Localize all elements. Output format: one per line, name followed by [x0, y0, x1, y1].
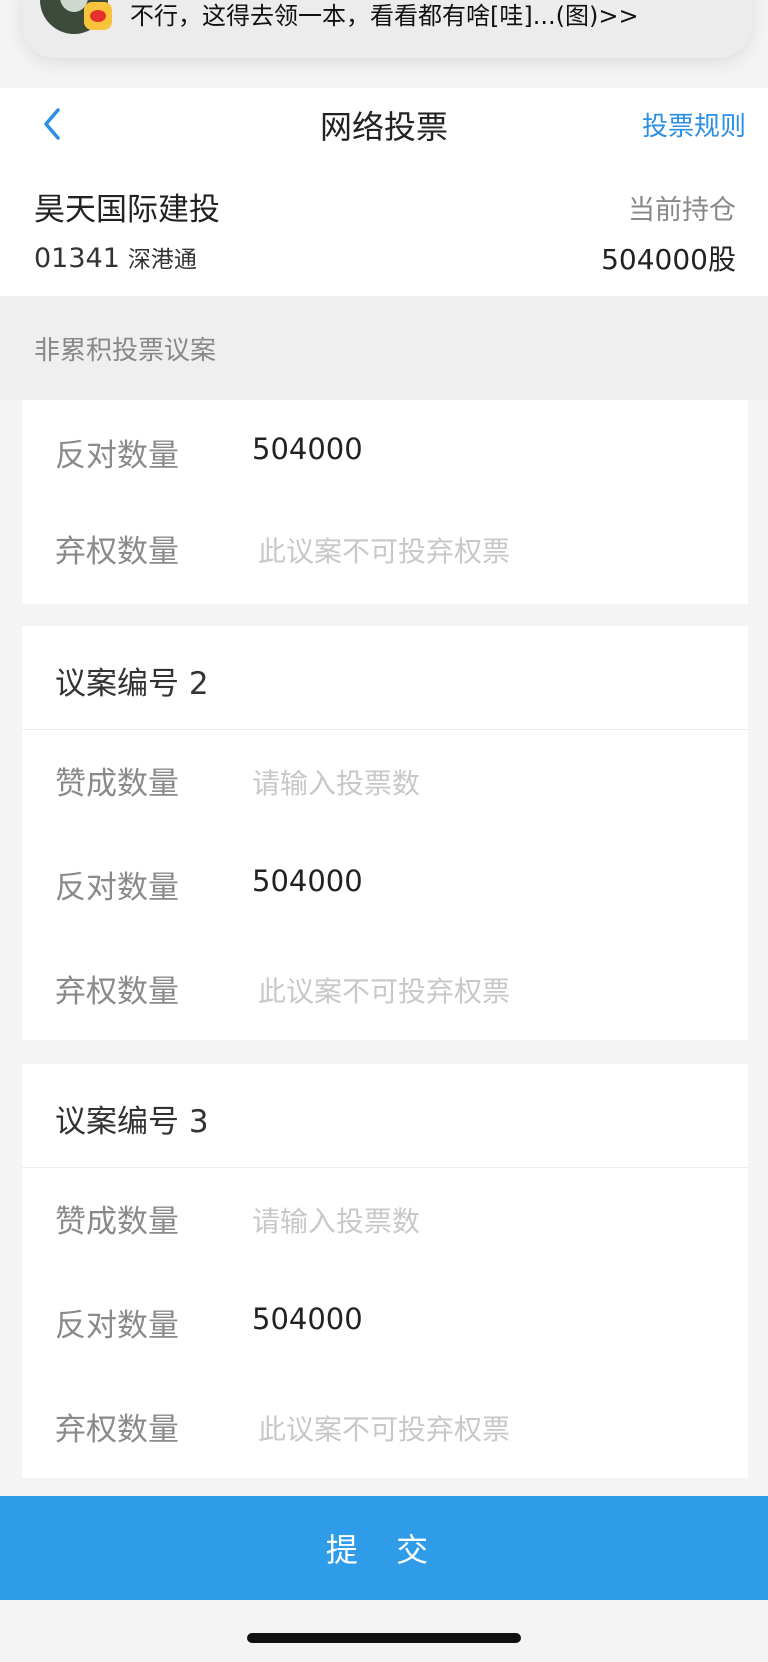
proposal-title: 议案编号 3: [22, 1064, 748, 1168]
holding-label: 当前持仓: [628, 195, 736, 226]
against-label: 反对数量: [55, 438, 179, 474]
home-indicator[interactable]: [247, 1633, 521, 1643]
stock-code-line: 01341 深港通: [34, 240, 197, 274]
holding-value: 504000股: [601, 243, 736, 276]
approve-input[interactable]: 请输入投票数: [252, 762, 420, 802]
abstain-disabled-note: 此议案不可投弃权票: [258, 535, 511, 568]
voting-rules-link[interactable]: 投票规则: [642, 106, 746, 143]
proposal-card-1: 反对数量 504000 弃权数量 此议案不可投弃权票: [22, 400, 748, 604]
stock-code: 01341: [34, 243, 120, 274]
approve-input[interactable]: 请输入投票数: [252, 1200, 420, 1240]
abstain-label: 弃权数量: [55, 534, 179, 570]
abstain-label: 弃权数量: [55, 974, 179, 1010]
nav-header: 网络投票 投票规则: [0, 88, 768, 160]
against-label: 反对数量: [55, 1308, 179, 1344]
approve-row[interactable]: 赞成数量 请输入投票数: [22, 1168, 748, 1272]
against-row: 反对数量 504000: [22, 1272, 748, 1376]
abstain-disabled-note: 此议案不可投弃权票: [258, 1413, 511, 1446]
section-label: 非累积投票议案: [0, 296, 768, 400]
approve-label: 赞成数量: [55, 766, 179, 802]
against-label: 反对数量: [55, 870, 179, 906]
notification-banner[interactable]: 不行，这得去领一本，看看都有啥[哇]...(图)>>: [22, 0, 752, 58]
submit-button[interactable]: 提 交: [0, 1496, 768, 1600]
stock-name: 昊天国际建投: [34, 192, 220, 228]
abstain-disabled-note: 此议案不可投弃权票: [258, 975, 511, 1008]
proposal-title: 议案编号 2: [22, 626, 748, 730]
stock-info: 昊天国际建投 01341 深港通 当前持仓 504000股: [0, 160, 768, 296]
stock-market: 深港通: [127, 247, 197, 273]
notification-text: 不行，这得去领一本，看看都有啥[哇]...(图)>>: [130, 2, 639, 30]
against-row: 反对数量 504000: [22, 400, 748, 498]
approve-label: 赞成数量: [55, 1204, 179, 1240]
proposal-card-3: 议案编号 3 赞成数量 请输入投票数 反对数量 504000 弃权数量 此议案不…: [22, 1064, 748, 1478]
against-input[interactable]: 504000: [252, 864, 363, 898]
approve-row[interactable]: 赞成数量 请输入投票数: [22, 730, 748, 834]
abstain-row: 弃权数量 此议案不可投弃权票: [22, 498, 748, 602]
against-input[interactable]: 504000: [252, 432, 363, 466]
abstain-row: 弃权数量 此议案不可投弃权票: [22, 1376, 748, 1480]
against-input[interactable]: 504000: [252, 1302, 363, 1336]
proposal-card-2: 议案编号 2 赞成数量 请输入投票数 反对数量 504000 弃权数量 此议案不…: [22, 626, 748, 1040]
weibo-icon: [84, 2, 112, 30]
against-row: 反对数量 504000: [22, 834, 748, 938]
abstain-label: 弃权数量: [55, 1412, 179, 1448]
abstain-row: 弃权数量 此议案不可投弃权票: [22, 938, 748, 1042]
